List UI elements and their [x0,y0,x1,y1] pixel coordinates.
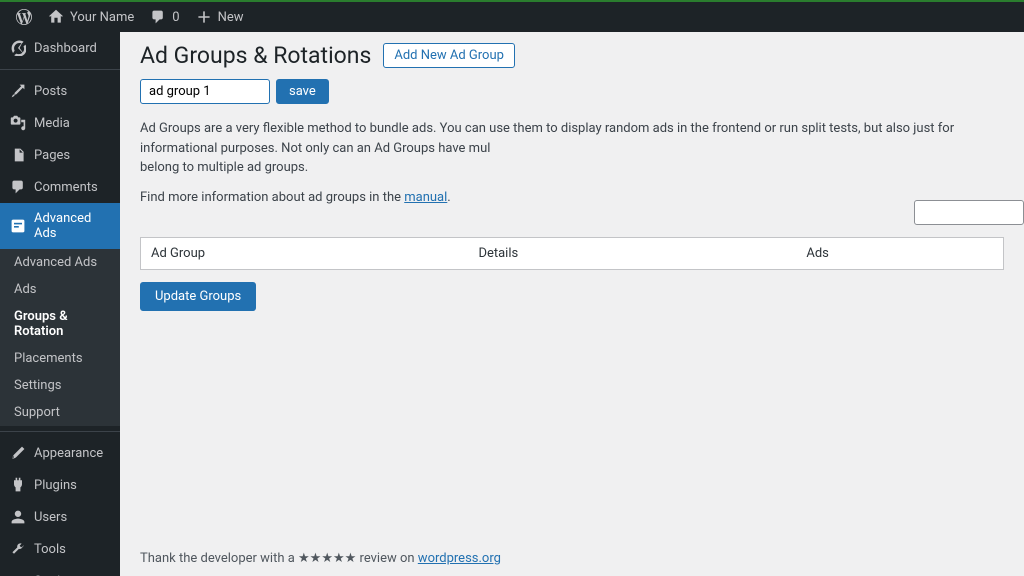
comment-icon [150,9,166,25]
dashboard-icon [10,40,26,56]
submenu-item-settings[interactable]: Settings [0,372,120,399]
wp-logo[interactable] [8,2,40,32]
sidebar-item-users[interactable]: Users [0,501,120,533]
media-icon [10,115,26,131]
add-new-ad-group-button[interactable]: Add New Ad Group [383,43,515,68]
ad-groups-table: Ad Group Details Ads [140,237,1004,270]
plugin-icon [10,477,26,493]
sidebar-label: Tools [34,542,66,557]
new-label: New [218,10,244,25]
wordpress-icon [16,9,32,25]
page-icon [10,147,26,163]
sidebar-label: Advanced Ads [34,211,110,241]
comment-icon [10,179,26,195]
wordpress-org-link[interactable]: wordpress.org [418,551,501,566]
manual-link[interactable]: manual [404,190,447,205]
submenu-advanced-ads: Advanced Ads Ads Groups & Rotation Place… [0,249,120,426]
comments-count: 0 [172,10,179,25]
sidebar-item-posts[interactable]: Posts [0,75,120,107]
sidebar-label: Comments [34,180,98,195]
sidebar-label: Pages [34,148,70,163]
site-name: Your Name [70,10,134,25]
submenu-item-overview[interactable]: Advanced Ads [0,249,120,276]
pin-icon [10,83,26,99]
sidebar-item-pages[interactable]: Pages [0,139,120,171]
sidebar-label: Dashboard [34,41,97,56]
update-groups-button[interactable]: Update Groups [140,282,256,311]
sidebar-item-comments[interactable]: Comments [0,171,120,203]
new-content[interactable]: New [188,2,252,32]
submenu-item-support[interactable]: Support [0,399,120,426]
menu-separator [0,69,120,70]
sidebar-item-advanced-ads[interactable]: Advanced Ads [0,203,120,249]
search-container [914,200,1024,225]
sidebar-item-tools[interactable]: Tools [0,533,120,565]
sidebar-label: Media [34,116,70,131]
footer-text: Thank the developer with a ★★★★★ review … [140,551,501,566]
admin-topbar: Your Name 0 New [0,0,1024,32]
main-content: Ad Groups & Rotations Add New Ad Group s… [120,32,1024,576]
users-icon [10,509,26,525]
table-header-ads: Ads [796,238,1003,270]
wrench-icon [10,541,26,557]
menu-separator [0,431,120,432]
group-name-input[interactable] [140,79,270,104]
brush-icon [10,445,26,461]
sidebar-item-media[interactable]: Media [0,107,120,139]
save-button[interactable]: save [276,79,329,104]
table-header-details: Details [468,238,796,270]
sidebar-item-appearance[interactable]: Appearance [0,437,120,469]
search-input[interactable] [914,200,1024,225]
description-text-2: Find more information about ad groups in… [140,188,1004,208]
sidebar-label: Plugins [34,478,77,493]
description-text-1: Ad Groups are a very flexible method to … [140,119,1004,178]
sidebar-label: Appearance [34,446,103,461]
sidebar-label: Users [34,510,67,525]
submenu-item-groups[interactable]: Groups & Rotation [0,303,120,345]
submenu-item-ads[interactable]: Ads [0,276,120,303]
site-home[interactable]: Your Name [40,2,142,32]
submenu-item-placements[interactable]: Placements [0,345,120,372]
page-title: Ad Groups & Rotations [140,42,371,69]
comments-bubble[interactable]: 0 [142,2,187,32]
home-icon [48,9,64,25]
admin-sidebar: Dashboard Posts Media Pages Comments Adv… [0,32,120,576]
stars: ★★★★★ [298,551,356,566]
table-header-adgroup: Ad Group [141,238,469,270]
ads-icon [10,218,26,234]
sidebar-item-plugins[interactable]: Plugins [0,469,120,501]
sidebar-item-dashboard[interactable]: Dashboard [0,32,120,64]
sidebar-label: Posts [34,84,67,99]
sidebar-item-settings[interactable]: Settings [0,565,120,576]
plus-icon [196,9,212,25]
